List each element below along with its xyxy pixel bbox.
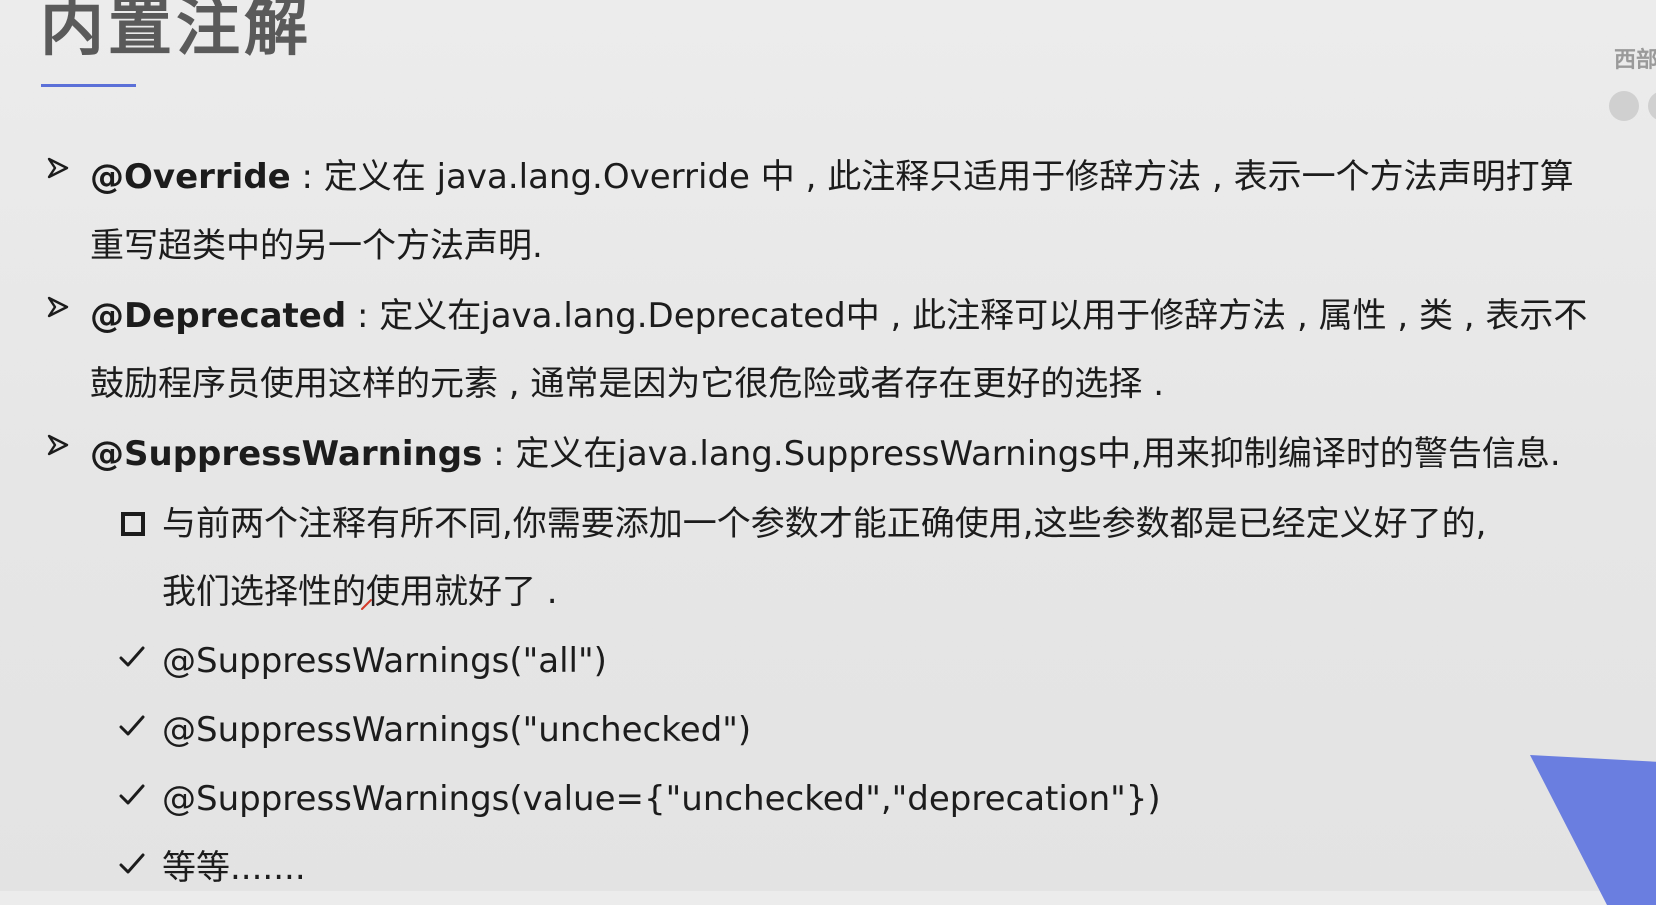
arrow-bullet-icon: [46, 433, 70, 457]
slide-title: 内置注解: [40, 0, 312, 65]
title-underline: [41, 84, 136, 87]
decorative-triangle: [1530, 755, 1656, 905]
override-desc: : 定义在 java.lang.Override 中 , 此注释只适用于修辞方法…: [290, 157, 1574, 197]
checkmark-icon: [118, 781, 146, 809]
suppresswarnings-keyword: @SuppressWarnings: [90, 434, 483, 474]
pen-cursor-icon: [360, 596, 374, 610]
square-bullet-icon: [120, 511, 146, 537]
check-item-value: @SuppressWarnings(value={"unchecked","de…: [162, 779, 1161, 819]
suppresswarnings-desc: : 定义在java.lang.SuppressWarnings中,用来抑制编译时…: [482, 434, 1561, 474]
checkmark-icon: [118, 643, 146, 671]
checkmark-icon: [118, 850, 146, 878]
bullet-deprecated-line2: 鼓励程序员使用这样的元素 , 通常是因为它很危险或者存在更好的选择 .: [90, 364, 1165, 404]
check-item-all: @SuppressWarnings("all"): [162, 641, 607, 681]
bullet-override-line1: @Override : 定义在 java.lang.Override 中 , 此…: [90, 155, 1574, 199]
check-item-unchecked: @SuppressWarnings("unchecked"): [162, 710, 752, 750]
arrow-bullet-icon: [46, 156, 70, 180]
arrow-bullet-icon: [46, 295, 70, 319]
checkmark-icon: [118, 712, 146, 740]
bullet-deprecated-line1: @Deprecated : 定义在java.lang.Deprecated中 ,…: [90, 294, 1587, 338]
bullet-override-line2: 重写超类中的另一个方法声明.: [90, 226, 543, 266]
corner-label: 西部: [1614, 48, 1656, 73]
deprecated-keyword: @Deprecated: [90, 296, 347, 336]
sub-note-line1: 与前两个注释有所不同,你需要添加一个参数才能正确使用,这些参数都是已经定义好了的…: [162, 504, 1487, 544]
corner-dot-secondary: [1648, 91, 1656, 121]
check-item-etc: 等等.......: [162, 848, 306, 888]
bullet-suppresswarnings-line1: @SuppressWarnings : 定义在java.lang.Suppres…: [90, 432, 1561, 476]
override-keyword: @Override: [90, 157, 291, 197]
deprecated-desc: : 定义在java.lang.Deprecated中 , 此注释可以用于修辞方法…: [346, 296, 1588, 336]
corner-dot: [1609, 91, 1639, 121]
